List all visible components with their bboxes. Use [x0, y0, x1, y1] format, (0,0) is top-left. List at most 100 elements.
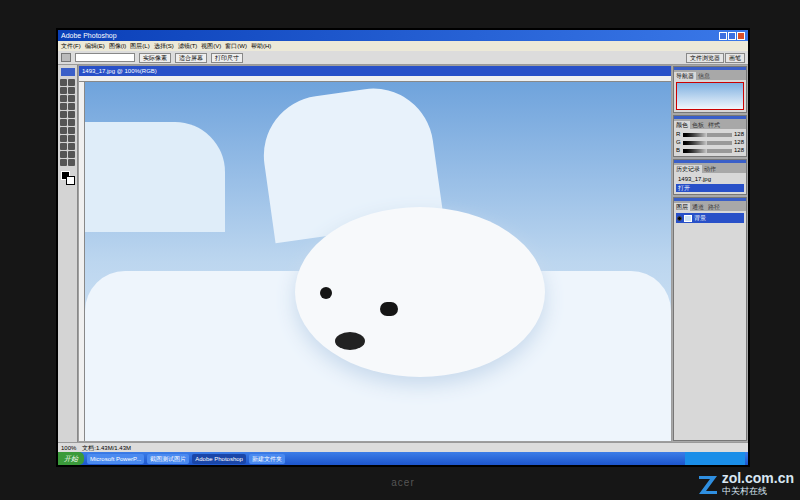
zol-logo-icon — [697, 473, 719, 495]
menu-item[interactable]: 选择(S) — [154, 42, 174, 50]
panel-tabs: 历史记录动作 — [674, 163, 746, 173]
tool-icon[interactable] — [68, 127, 75, 134]
tool-icon[interactable] — [68, 95, 75, 102]
toolbox — [58, 65, 78, 442]
screen: Adobe Photoshop文件(F)编辑(E)图像(I)图层(L)选择(S)… — [58, 30, 748, 465]
menu-item[interactable]: 窗口(W) — [225, 42, 247, 50]
options-bar: 实际像素适合屏幕打印尺寸 文件浏览器画笔 — [58, 51, 748, 65]
eye-icon[interactable] — [677, 216, 682, 221]
option-button[interactable]: 实际像素 — [139, 53, 171, 63]
color-channel-row: R128 — [676, 131, 744, 138]
panel-tab[interactable]: 动作 — [702, 165, 718, 173]
history-panel: 历史记录动作 1493_17.jpg打开 — [673, 159, 747, 195]
tool-icon[interactable] — [68, 143, 75, 150]
navigator-thumbnail — [676, 82, 744, 110]
navigator-panel: 导航器信息 — [673, 66, 747, 113]
tool-icon[interactable] — [68, 87, 75, 94]
tool-icon[interactable] — [60, 87, 67, 94]
canvas-photo — [85, 82, 671, 441]
layer-row[interactable]: 背景 — [676, 213, 744, 223]
tool-icon[interactable] — [68, 151, 75, 158]
menu-item[interactable]: 帮助(H) — [251, 42, 271, 50]
start-button[interactable]: 开始 — [58, 452, 84, 465]
layer-thumbnail — [684, 215, 692, 222]
panel-tab[interactable]: 信息 — [696, 72, 712, 80]
panel-dock: 导航器信息颜色色板样式R128G128B128历史记录动作1493_17.jpg… — [672, 65, 748, 442]
monitor: Adobe Photoshop文件(F)编辑(E)图像(I)图层(L)选择(S)… — [0, 0, 800, 500]
color-swatch-icon[interactable] — [61, 171, 75, 185]
panel-tabs: 导航器信息 — [674, 70, 746, 80]
taskbar-item[interactable]: 截图测试图片 — [147, 454, 189, 464]
tool-icon[interactable] — [68, 135, 75, 142]
taskbar: 开始Microsoft PowerP...截图测试图片Adobe Photosh… — [58, 452, 748, 465]
tool-icon[interactable] — [60, 95, 67, 102]
color-slider[interactable] — [683, 133, 732, 137]
history-item[interactable]: 1493_17.jpg — [676, 175, 744, 183]
option-button[interactable]: 打印尺寸 — [211, 53, 243, 63]
system-tray — [685, 452, 745, 465]
history-item[interactable]: 打开 — [676, 184, 744, 192]
color-slider[interactable] — [683, 149, 732, 153]
menu-item[interactable]: 图像(I) — [109, 42, 127, 50]
tool-icon[interactable] — [68, 119, 75, 126]
tool-icon[interactable] — [68, 79, 75, 86]
menu-item[interactable]: 编辑(E) — [85, 42, 105, 50]
panel-tabs: 颜色色板样式 — [674, 119, 746, 129]
document-area: 1493_17.jpg @ 100%(RGB) — [78, 65, 672, 442]
menu-bar: 文件(F) 编辑(E) 图像(I)图层(L) 选择(S) 滤镜(T)视图(V) 窗口(W)… — [58, 41, 748, 51]
color-panel: 颜色色板样式R128G128B128 — [673, 115, 747, 157]
menu-item[interactable]: 文件(F) — [61, 42, 81, 50]
tool-icon[interactable] — [60, 159, 67, 166]
tool-icon[interactable] — [60, 135, 67, 142]
color-slider[interactable] — [683, 141, 732, 145]
palette-well-tab[interactable]: 文件浏览器 — [686, 53, 724, 63]
close-icon[interactable] — [737, 32, 745, 40]
panel-tab[interactable]: 色板 — [690, 121, 706, 129]
zoom-reading: 100% — [61, 444, 76, 452]
panel-tab[interactable]: 历史记录 — [674, 165, 702, 173]
tool-icon[interactable] — [68, 111, 75, 118]
tool-icon[interactable] — [60, 127, 67, 134]
menu-item[interactable]: 滤镜(T) — [178, 42, 198, 50]
panel-tab[interactable]: 样式 — [706, 121, 722, 129]
tool-icon[interactable] — [60, 151, 67, 158]
panel-tabs: 图层通道路径 — [674, 201, 746, 211]
workspace: 1493_17.jpg @ 100%(RGB) 导航器信息颜色色板样式 R128G1… — [58, 65, 748, 442]
tool-icon[interactable] — [68, 159, 75, 166]
status-bar: 100% 文档:1.43M/1.43M — [58, 442, 748, 452]
taskbar-item[interactable]: Microsoft PowerP... — [87, 454, 144, 464]
tool-icon[interactable] — [68, 103, 75, 110]
layers-panel: 图层通道路径背景 — [673, 197, 747, 441]
document-title-bar: 1493_17.jpg @ 100%(RGB) — [79, 66, 671, 76]
palette-well-tab[interactable]: 画笔 — [725, 53, 745, 63]
panel-tab[interactable]: 颜色 — [674, 121, 690, 129]
color-channel-row: G128 — [676, 139, 744, 146]
toolbox-logo-icon — [61, 68, 75, 76]
monitor-bezel-bottom: acer — [58, 465, 748, 500]
panel-tab[interactable]: 图层 — [674, 203, 690, 211]
monitor-brand: acer — [391, 477, 414, 489]
document-title: 1493_17.jpg @ 100%(RGB) — [82, 67, 157, 75]
option-button[interactable]: 适合屏幕 — [175, 53, 207, 63]
taskbar-item[interactable]: Adobe Photoshop — [192, 454, 246, 464]
taskbar-item[interactable]: 新建文件夹 — [249, 454, 285, 464]
zoom-field[interactable] — [75, 53, 135, 62]
watermark-name: 中关村在线 — [722, 486, 767, 497]
minimize-icon[interactable] — [719, 32, 727, 40]
title-bar: Adobe Photoshop — [58, 30, 748, 41]
tool-icon[interactable] — [60, 79, 67, 86]
document-size: 文档:1.43M/1.43M — [82, 444, 131, 452]
tool-icon[interactable] — [60, 103, 67, 110]
tool-preset-icon[interactable] — [61, 53, 71, 62]
tool-icon[interactable] — [60, 119, 67, 126]
watermark: zol.com.cn中关村在线 — [697, 470, 794, 497]
menu-item[interactable]: 视图(V) — [201, 42, 221, 50]
tool-icon[interactable] — [60, 111, 67, 118]
maximize-icon[interactable] — [728, 32, 736, 40]
panel-tab[interactable]: 导航器 — [674, 72, 696, 80]
menu-item[interactable]: 图层(L) — [130, 42, 149, 50]
panel-tab[interactable]: 通道 — [690, 203, 706, 211]
tool-icon[interactable] — [60, 143, 67, 150]
panel-tab[interactable]: 路径 — [706, 203, 722, 211]
watermark-site: zol.com.cn — [722, 470, 794, 486]
